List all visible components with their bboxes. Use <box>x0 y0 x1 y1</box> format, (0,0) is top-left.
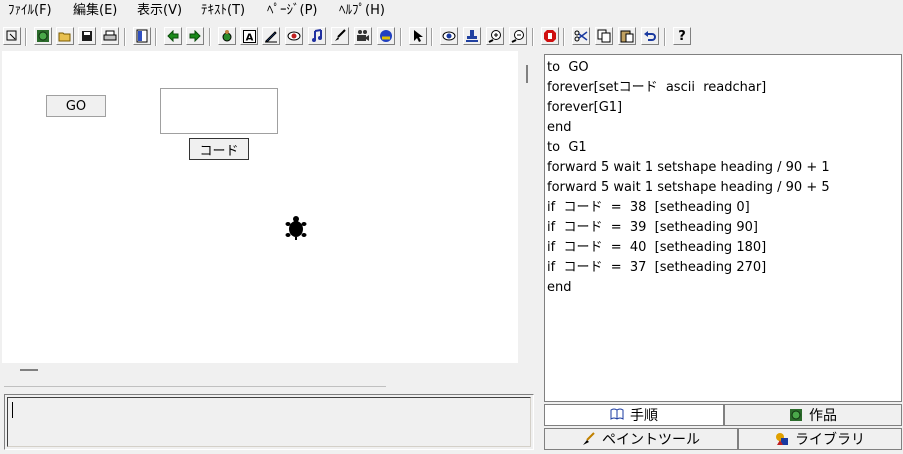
shapes-icon <box>775 432 789 446</box>
command-center <box>4 394 534 450</box>
splitter[interactable] <box>4 386 386 387</box>
tab-library[interactable]: ライブラリ <box>738 428 902 450</box>
globe-icon <box>789 408 803 422</box>
code-line: if コード = 40 [setheading 180] <box>547 240 767 255</box>
svg-text:A: A <box>245 32 253 43</box>
code-line: end <box>547 280 572 295</box>
tab-library-label: ライブラリ <box>795 432 865 448</box>
code-line: forward 5 wait 1 setshape heading / 90 +… <box>547 180 830 195</box>
tab-procedures-label: 手順 <box>630 408 658 424</box>
horizontal-scroll-thumb[interactable] <box>20 369 38 371</box>
go-button[interactable]: GO <box>46 95 106 117</box>
menu-page[interactable]: ﾍﾟｰｼﾞ(P) <box>267 3 317 19</box>
code-button[interactable]: コード <box>189 138 249 160</box>
copy-icon[interactable] <box>595 27 613 45</box>
video-camera-icon[interactable] <box>354 27 372 45</box>
save-disk-icon[interactable] <box>78 27 96 45</box>
code-line: forever[setコード ascii readchar] <box>547 80 767 95</box>
brush-icon[interactable] <box>331 27 349 45</box>
code-line: if コード = 37 [setheading 270] <box>547 260 767 275</box>
menu-file[interactable]: ﾌｧｲﾙ(F) <box>8 3 52 19</box>
code-line: to GO <box>547 60 589 75</box>
sound-icon[interactable] <box>377 27 395 45</box>
stop-hand-icon[interactable] <box>541 27 559 45</box>
code-line: forever[G1] <box>547 100 623 115</box>
scissors-icon[interactable] <box>572 27 590 45</box>
text-box[interactable] <box>160 88 278 134</box>
tab-works-label: 作品 <box>809 408 837 424</box>
music-note-icon[interactable] <box>308 27 326 45</box>
menu-help[interactable]: ﾍﾙﾌﾟ(H) <box>339 3 385 19</box>
page-layout-icon[interactable] <box>133 27 151 45</box>
help-button[interactable]: ? <box>673 27 691 45</box>
paste-icon[interactable] <box>618 27 636 45</box>
command-input[interactable] <box>7 397 531 447</box>
zoom-in-icon[interactable] <box>486 27 504 45</box>
open-folder-icon[interactable] <box>56 27 74 45</box>
text-box-icon[interactable]: A <box>240 27 258 45</box>
paintbrush-icon <box>582 432 596 446</box>
code-lines: to GO forever[setコード ascii readchar] for… <box>547 58 830 298</box>
menu-text[interactable]: ﾃｷｽﾄ(T) <box>201 3 245 19</box>
stamp-icon[interactable] <box>463 27 481 45</box>
turtle-canvas[interactable]: GO コード <box>2 51 518 363</box>
vertical-scroll-thumb[interactable] <box>526 65 528 83</box>
back-arrow-icon[interactable] <box>164 27 182 45</box>
zoom-out-icon[interactable] <box>509 27 527 45</box>
tab-paint-tool[interactable]: ペイントツール <box>544 428 738 450</box>
eye-icon[interactable] <box>440 27 458 45</box>
select-mode-icon[interactable] <box>3 27 21 45</box>
code-line: to G1 <box>547 140 587 155</box>
eye-shape-icon[interactable] <box>285 27 303 45</box>
page-panel: GO コード <box>2 51 536 387</box>
procedures-editor[interactable]: to GO forever[setコード ascii readchar] for… <box>544 54 902 402</box>
undo-icon[interactable] <box>641 27 659 45</box>
print-icon[interactable] <box>101 27 119 45</box>
code-line: if コード = 38 [setheading 0] <box>547 200 750 215</box>
tab-procedures[interactable]: 手順 <box>544 404 724 426</box>
turtle-hand-icon[interactable] <box>218 27 236 45</box>
globe-icon[interactable] <box>34 27 52 45</box>
book-icon <box>610 408 624 422</box>
turtle-icon[interactable] <box>284 215 308 241</box>
code-line: forward 5 wait 1 setshape heading / 90 +… <box>547 160 830 175</box>
code-line: if コード = 39 [setheading 90] <box>547 220 758 235</box>
forward-arrow-icon[interactable] <box>186 27 204 45</box>
menu-view[interactable]: 表示(V) <box>137 3 182 19</box>
code-line: end <box>547 120 572 135</box>
tab-paint-tool-label: ペイントツール <box>602 432 700 448</box>
text-caret <box>12 402 13 418</box>
pen-icon[interactable] <box>262 27 280 45</box>
pointer-icon[interactable] <box>409 27 427 45</box>
tab-works[interactable]: 作品 <box>724 404 902 426</box>
menu-bar: ﾌｧｲﾙ(F) 編集(E) 表示(V) ﾃｷｽﾄ(T) ﾍﾟｰｼﾞ(P) ﾍﾙﾌ… <box>0 0 903 22</box>
menu-edit[interactable]: 編集(E) <box>73 3 117 19</box>
toolbar: A ? <box>0 25 903 51</box>
